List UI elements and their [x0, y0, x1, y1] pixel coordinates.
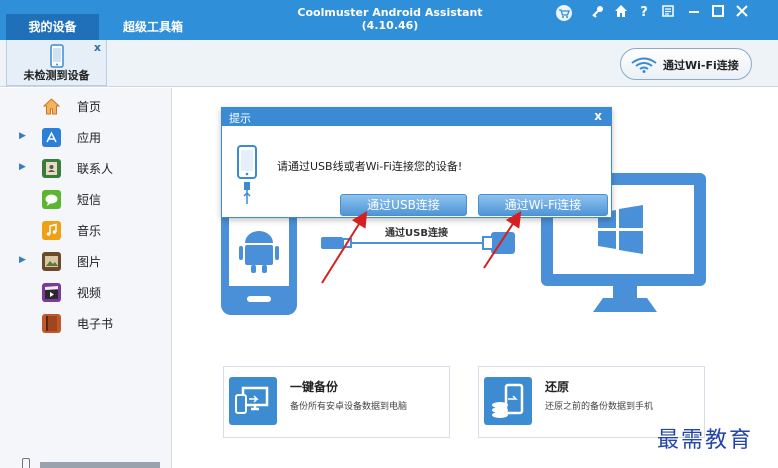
tab-my-devices[interactable]: 我的设备 [6, 14, 99, 40]
sidebar-item-label: 图片 [77, 255, 102, 269]
feedback-icon[interactable] [658, 4, 678, 22]
sidebar-item-label: 电子书 [77, 317, 114, 331]
device-status-label: 未检测到设备 [23, 69, 90, 82]
connect-wifi-button[interactable]: 通过Wi-Fi连接 [478, 194, 608, 216]
usb-plug-right [482, 232, 515, 254]
phone-usb-icon [237, 145, 257, 204]
connect-usb-button[interactable]: 通过USB连接 [340, 194, 467, 216]
phone-icon [22, 458, 30, 468]
sidebar-item-videos[interactable]: 视频 [0, 278, 172, 308]
sidebar-scrollbar[interactable] [40, 462, 160, 468]
music-icon [42, 221, 61, 240]
expand-arrow-icon[interactable]: ▶ [19, 162, 26, 172]
expand-arrow-icon[interactable]: ▶ [19, 131, 26, 141]
photo-icon [42, 252, 61, 271]
home-icon[interactable] [611, 4, 631, 22]
minimize-icon[interactable] [684, 4, 704, 22]
sidebar-item-label: 首页 [77, 100, 102, 114]
device-strip: x 未检测到设备 通过Wi-Fi连接 [0, 40, 778, 87]
tab-super-toolbox[interactable]: 超级工具箱 [108, 14, 198, 40]
dialog-message: 请通过USB线或者Wi-Fi连接您的设备! [277, 160, 463, 173]
sidebar-item-sms[interactable]: 短信 [0, 185, 172, 215]
app-window: 我的设备 超级工具箱 Coolmuster Android Assistant … [0, 0, 778, 468]
app-store-icon [42, 128, 61, 147]
title-bar: 我的设备 超级工具箱 Coolmuster Android Assistant … [0, 0, 778, 40]
card-title: 一键备份 [290, 380, 339, 394]
dialog-title: 提示 [229, 112, 251, 125]
key-icon[interactable] [588, 4, 608, 22]
device-close-icon[interactable]: x [94, 41, 101, 54]
home-icon [42, 97, 61, 116]
sidebar-item-contacts[interactable]: ▶ 联系人 [0, 154, 172, 184]
usb-connection-label: 通过USB连接 [385, 228, 448, 239]
contacts-book-icon [42, 159, 61, 178]
video-icon [42, 283, 61, 302]
dialog-title-bar: 提示 x [222, 108, 611, 126]
watermark: 最需教育 [657, 428, 754, 453]
wifi-connect-label: 通过Wi-Fi连接 [663, 59, 739, 72]
sms-icon [42, 190, 61, 209]
sidebar: 首页 ▶ 应用 ▶ 联系人 短信 音乐 ▶ 图片 视频 电子书 [0, 88, 172, 468]
help-icon[interactable]: ? [634, 4, 654, 22]
wifi-icon [631, 57, 657, 73]
wifi-connect-button[interactable]: 通过Wi-Fi连接 [620, 48, 752, 80]
sidebar-item-label: 音乐 [77, 224, 102, 238]
phone-icon [50, 44, 64, 68]
sidebar-item-home[interactable]: 首页 [0, 92, 172, 122]
sidebar-item-apps[interactable]: ▶ 应用 [0, 123, 172, 153]
restore-to-phone-icon [484, 377, 532, 425]
sidebar-item-label: 应用 [77, 131, 102, 145]
usb-plug-left [321, 237, 352, 249]
backup-to-pc-icon [229, 377, 277, 425]
sidebar-item-label: 联系人 [77, 162, 114, 176]
sidebar-item-music[interactable]: 音乐 [0, 216, 172, 246]
sidebar-item-ebooks[interactable]: 电子书 [0, 309, 172, 339]
sidebar-item-label: 视频 [77, 286, 102, 300]
expand-arrow-icon[interactable]: ▶ [19, 255, 26, 265]
card-title: 还原 [545, 380, 570, 394]
card-description: 还原之前的备份数据到手机 [545, 402, 654, 412]
one-click-backup-card[interactable]: 一键备份 备份所有安卓设备数据到电脑 [223, 366, 450, 438]
cart-icon[interactable] [554, 4, 574, 22]
sidebar-item-label: 短信 [77, 193, 102, 207]
sidebar-item-photos[interactable]: ▶ 图片 [0, 247, 172, 277]
maximize-icon[interactable] [708, 4, 728, 22]
device-card[interactable]: x 未检测到设备 [6, 40, 107, 86]
close-icon[interactable] [732, 4, 752, 22]
dialog-close-icon[interactable]: x [594, 109, 602, 123]
card-description: 备份所有安卓设备数据到电脑 [290, 402, 408, 412]
ebook-icon [42, 314, 61, 333]
app-title: Coolmuster Android Assistant (4.10.46) [297, 6, 483, 32]
prompt-dialog: 提示 x 请通过USB线或者Wi-Fi连接您的设备! 通过USB连接 通过Wi-… [221, 107, 612, 218]
